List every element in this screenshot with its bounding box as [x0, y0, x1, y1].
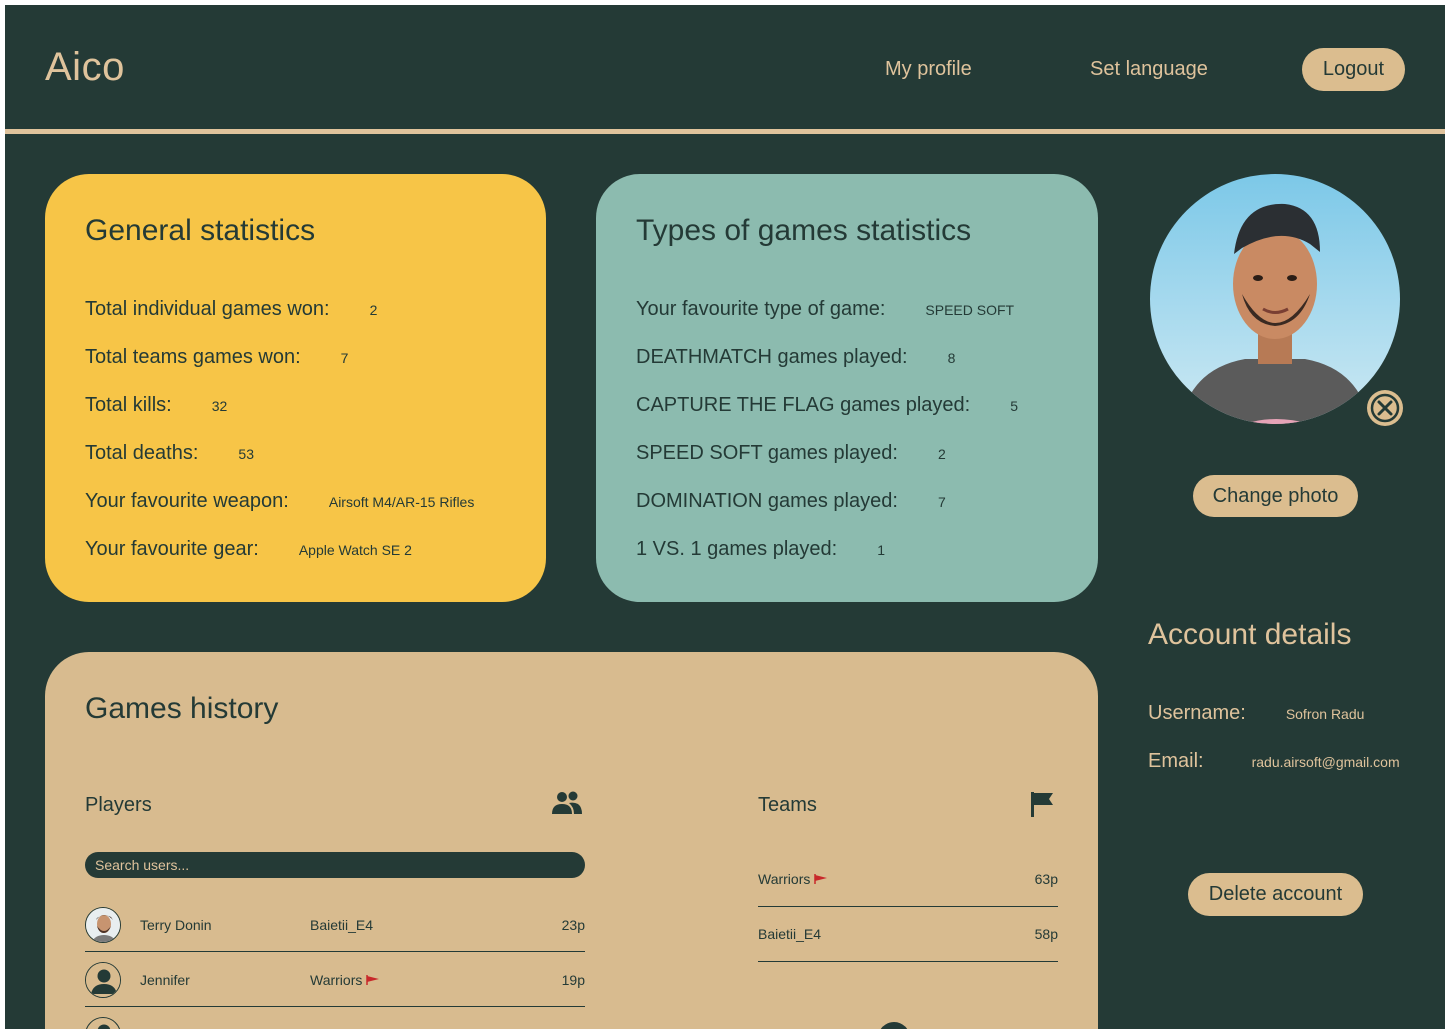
stat-row: CAPTURE THE FLAG games played: 5: [636, 394, 1018, 417]
player-team-name: Warriors: [310, 972, 363, 988]
stat-row: Total individual games won: 2: [85, 298, 377, 321]
team-points: 63p: [1034, 871, 1058, 887]
avatar: [85, 962, 121, 998]
team-name-cell: Baietii_E4: [758, 926, 821, 942]
logout-button[interactable]: Logout: [1302, 48, 1405, 91]
team-name: Warriors: [758, 871, 811, 887]
general-statistics-title: General statistics: [85, 214, 316, 247]
player-name: Jennifer: [140, 972, 190, 988]
stat-row: Total kills: 32: [85, 394, 227, 417]
team-points: 58p: [1034, 926, 1058, 942]
stat-value: 1: [877, 541, 886, 558]
avatar-photo: [86, 908, 120, 942]
nav-my-profile[interactable]: My profile: [885, 58, 972, 81]
remove-photo-button[interactable]: [1367, 390, 1403, 426]
stat-label: Total kills:: [85, 394, 172, 416]
stat-row: 1 VS. 1 games played: 1: [636, 538, 885, 561]
stat-row: DEATHMATCH games played: 8: [636, 346, 955, 369]
search-users-input[interactable]: [85, 852, 585, 878]
account-details-title: Account details: [1148, 618, 1352, 651]
teams-title: Teams: [758, 794, 817, 816]
top-header: Aico My profile Set language Logout: [5, 5, 1445, 134]
general-statistics-card: General statistics Total individual game…: [45, 174, 546, 602]
delete-account-button[interactable]: Delete account: [1188, 873, 1363, 916]
team-name-cell: Warriors: [758, 871, 828, 887]
team-row[interactable]: Warriors 63p: [758, 852, 1058, 907]
stat-value: 53: [238, 445, 254, 462]
stat-row: Your favourite gear: Apple Watch SE 2: [85, 538, 412, 561]
nav-set-language[interactable]: Set language: [1090, 58, 1208, 81]
stat-label: Your favourite type of game:: [636, 298, 886, 320]
stat-value: 7: [340, 349, 349, 366]
stat-value: 32: [211, 397, 228, 414]
avatar: [85, 907, 121, 943]
stat-label: Your favourite weapon:: [85, 490, 289, 512]
player-team: Baietii_E4: [310, 917, 373, 933]
stat-value: 8: [947, 349, 956, 366]
email-row: Email: radu.airsoft@gmail.com: [1148, 750, 1400, 773]
flag-icon: [1031, 792, 1053, 817]
stat-row: DOMINATION games played: 7: [636, 490, 946, 513]
stat-value: SPEED SOFT: [925, 301, 1015, 318]
app-frame: Aico My profile Set language Logout Gene…: [5, 5, 1445, 1029]
change-photo-button[interactable]: Change photo: [1193, 475, 1358, 517]
app-logo[interactable]: Aico: [45, 45, 125, 90]
stat-value: Apple Watch SE 2: [298, 541, 412, 558]
people-icon: [552, 791, 582, 814]
stat-label: SPEED SOFT games played:: [636, 442, 898, 464]
stat-label: DEATHMATCH games played:: [636, 346, 908, 368]
username-label: Username:: [1148, 702, 1246, 724]
team-row[interactable]: Baietii_E4 58p: [758, 907, 1058, 962]
player-points: 23p: [561, 917, 585, 933]
stat-row: Total deaths: 53: [85, 442, 254, 465]
stat-row: Your favourite type of game: SPEED SOFT: [636, 298, 1014, 321]
user-icon: [86, 963, 120, 997]
player-name: Terry Donin: [140, 917, 212, 933]
stat-label: Total individual games won:: [85, 298, 330, 320]
table-row[interactable]: Jennifer Warriors 19p: [85, 952, 585, 1007]
scroll-indicator[interactable]: [878, 1022, 910, 1029]
avatar: [85, 1017, 121, 1029]
stat-row: Total teams games won: 7: [85, 346, 348, 369]
stat-label: Your favourite gear:: [85, 538, 259, 560]
table-row[interactable]: Terry Donin Baietii_E4 23p: [85, 897, 585, 952]
games-history-card: Games history Players Terry Donin Bai: [45, 652, 1098, 1029]
stat-label: CAPTURE THE FLAG games played:: [636, 394, 971, 416]
games-history-title: Games history: [85, 692, 279, 725]
flag-icon: [814, 874, 828, 884]
stat-value: 2: [937, 445, 946, 462]
stat-label: 1 VS. 1 games played:: [636, 538, 838, 560]
close-icon: [1370, 393, 1400, 423]
player-team-name: Baietii_E4: [310, 917, 374, 933]
user-icon: [97, 1024, 111, 1029]
types-statistics-title: Types of games statistics: [636, 214, 972, 247]
stat-row: SPEED SOFT games played: 2: [636, 442, 946, 465]
profile-photo-illustration: [1150, 174, 1400, 424]
stat-row: Your favourite weapon: Airsoft M4/AR-15 …: [85, 490, 474, 513]
stat-value: 2: [369, 301, 378, 318]
stat-label: Total deaths:: [85, 442, 199, 464]
team-name: Baietii_E4: [758, 926, 822, 942]
stat-value: 5: [1010, 397, 1018, 414]
email-value: radu.airsoft@gmail.com: [1251, 753, 1400, 770]
stat-value: 7: [937, 493, 946, 510]
stat-label: DOMINATION games played:: [636, 490, 898, 512]
username-row: Username: Sofron Radu: [1148, 702, 1364, 725]
username-value: Sofron Radu: [1285, 705, 1365, 722]
player-points: 19p: [561, 972, 585, 988]
stat-value: Airsoft M4/AR-15 Rifles: [328, 493, 475, 510]
stat-label: Total teams games won:: [85, 346, 301, 368]
email-label: Email:: [1148, 750, 1204, 772]
players-title: Players: [85, 794, 152, 816]
types-statistics-card: Types of games statistics Your favourite…: [596, 174, 1098, 602]
profile-photo: [1150, 174, 1400, 424]
flag-icon: [366, 975, 380, 985]
player-team: Warriors: [310, 972, 380, 988]
